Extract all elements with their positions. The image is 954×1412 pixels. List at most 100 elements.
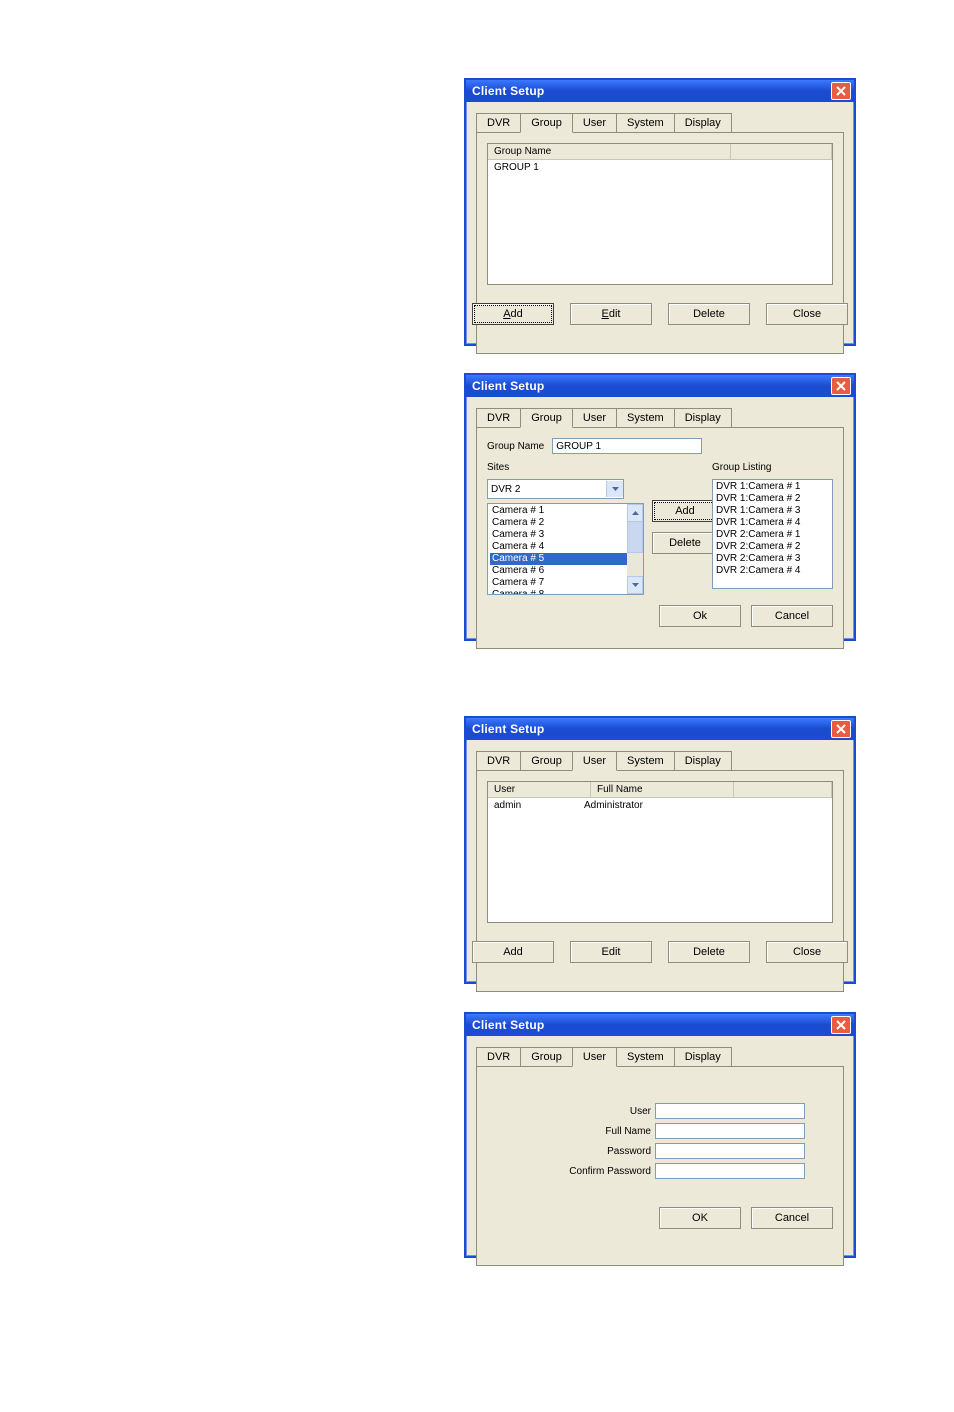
group-listing-item[interactable]: DVR 1:Camera # 1 (716, 481, 829, 493)
tab-system[interactable]: System (616, 113, 675, 133)
user-list-row[interactable]: admin Administrator (488, 798, 832, 813)
tab-user[interactable]: User (572, 751, 617, 771)
group-name-cell: GROUP 1 (494, 162, 539, 173)
password-label: Password (607, 1146, 651, 1157)
window-title: Client Setup (472, 84, 831, 98)
camera-list-item[interactable]: Camera # 7 (490, 577, 641, 589)
close-icon[interactable] (831, 1016, 851, 1034)
col-fullname: Full Name (591, 782, 734, 797)
tab-panel: User Full Name admin Administrator Add E… (476, 770, 844, 992)
password-input[interactable] (655, 1143, 805, 1159)
fullname-label: Full Name (605, 1126, 651, 1137)
titlebar: Client Setup (466, 375, 854, 397)
button-row: Add Edit Delete Close (487, 303, 833, 325)
confirm-password-label: Confirm Password (569, 1166, 651, 1177)
col-spacer (731, 144, 832, 159)
scroll-thumb[interactable] (627, 521, 643, 553)
cancel-button[interactable]: Cancel (751, 605, 833, 627)
user-label: User (630, 1106, 651, 1117)
group-listing-item[interactable]: DVR 2:Camera # 3 (716, 553, 829, 565)
add-button[interactable]: Add (472, 303, 554, 325)
tab-dvr[interactable]: DVR (476, 113, 521, 133)
tab-user[interactable]: User (572, 113, 617, 133)
camera-list-item[interactable]: Camera # 6 (490, 565, 641, 577)
tab-system[interactable]: System (616, 408, 675, 428)
user-form: User Full Name Password Confirm Password (515, 1103, 805, 1179)
sites-label: Sites (487, 462, 642, 473)
edit-button[interactable]: Edit (570, 303, 652, 325)
group-listing-item[interactable]: DVR 1:Camera # 4 (716, 517, 829, 529)
group-listing-item[interactable]: DVR 2:Camera # 1 (716, 529, 829, 541)
row-password: Password (515, 1143, 805, 1159)
group-name-label: Group Name (487, 441, 544, 452)
group-listing-item[interactable]: DVR 1:Camera # 2 (716, 493, 829, 505)
tab-display[interactable]: Display (674, 113, 732, 133)
user-cell: admin (494, 800, 584, 811)
tab-dvr[interactable]: DVR (476, 1047, 521, 1067)
camera-list-item[interactable]: Camera # 2 (490, 517, 641, 529)
camera-list-item[interactable]: Camera # 5 (490, 553, 641, 565)
add-camera-button[interactable]: Add (652, 500, 718, 522)
scroll-down-icon[interactable] (627, 576, 643, 594)
scrollbar[interactable] (627, 504, 643, 594)
group-list-row[interactable]: GROUP 1 (488, 160, 832, 175)
tab-user[interactable]: User (572, 1047, 617, 1067)
tab-dvr[interactable]: DVR (476, 408, 521, 428)
delete-button[interactable]: Delete (668, 303, 750, 325)
group-name-row: Group Name (487, 438, 833, 454)
dialog-client-setup-user-list: Client Setup DVR Group User System Displ… (464, 716, 856, 984)
tab-group[interactable]: Group (520, 408, 573, 428)
window-title: Client Setup (472, 722, 831, 736)
group-name-input[interactable] (552, 438, 702, 454)
tab-display[interactable]: Display (674, 751, 732, 771)
sites-column: Sites DVR 2 Camera # 1Camera # 2Camera #… (487, 462, 642, 595)
col-spacer (734, 782, 832, 797)
ok-button[interactable]: OK (659, 1207, 741, 1229)
camera-list-item[interactable]: Camera # 1 (490, 505, 641, 517)
group-listing-item[interactable]: DVR 2:Camera # 4 (716, 565, 829, 577)
edit-button[interactable]: Edit (570, 941, 652, 963)
camera-list-item[interactable]: Camera # 8 (490, 589, 641, 595)
confirm-password-input[interactable] (655, 1163, 805, 1179)
tab-display[interactable]: Display (674, 1047, 732, 1067)
tab-dvr[interactable]: DVR (476, 751, 521, 771)
tab-group[interactable]: Group (520, 1047, 573, 1067)
user-list[interactable]: User Full Name admin Administrator (487, 781, 833, 923)
tab-user[interactable]: User (572, 408, 617, 428)
dialog-client-setup-group-list: Client Setup DVR Group User System Displ… (464, 78, 856, 346)
close-button[interactable]: Close (766, 941, 848, 963)
close-icon[interactable] (831, 720, 851, 738)
window-title: Client Setup (472, 379, 831, 393)
camera-list-item[interactable]: Camera # 4 (490, 541, 641, 553)
user-list-header: User Full Name (488, 782, 832, 798)
tab-system[interactable]: System (616, 751, 675, 771)
close-button[interactable]: Close (766, 303, 848, 325)
group-list[interactable]: Group Name GROUP 1 (487, 143, 833, 285)
tab-display[interactable]: Display (674, 408, 732, 428)
titlebar: Client Setup (466, 718, 854, 740)
fullname-input[interactable] (655, 1123, 805, 1139)
cancel-button[interactable]: Cancel (751, 1207, 833, 1229)
tabs: DVR Group User System Display (476, 750, 854, 770)
sites-combo[interactable]: DVR 2 (487, 479, 624, 499)
delete-button[interactable]: Delete (668, 941, 750, 963)
tab-group[interactable]: Group (520, 113, 573, 133)
user-input[interactable] (655, 1103, 805, 1119)
group-listing-item[interactable]: DVR 2:Camera # 2 (716, 541, 829, 553)
tabs: DVR Group User System Display (476, 407, 854, 427)
scroll-up-icon[interactable] (627, 504, 643, 522)
camera-list[interactable]: Camera # 1Camera # 2Camera # 3Camera # 4… (487, 503, 644, 595)
sites-combo-value: DVR 2 (488, 484, 606, 495)
tab-group[interactable]: Group (520, 751, 573, 771)
tab-system[interactable]: System (616, 1047, 675, 1067)
col-user: User (488, 782, 591, 797)
camera-list-item[interactable]: Camera # 3 (490, 529, 641, 541)
ok-button[interactable]: Ok (659, 605, 741, 627)
close-icon[interactable] (831, 377, 851, 395)
delete-camera-button[interactable]: Delete (652, 532, 718, 554)
close-icon[interactable] (831, 82, 851, 100)
group-listing-list[interactable]: DVR 1:Camera # 1DVR 1:Camera # 2DVR 1:Ca… (712, 479, 833, 589)
add-button[interactable]: Add (472, 941, 554, 963)
group-listing-item[interactable]: DVR 1:Camera # 3 (716, 505, 829, 517)
button-row: OK Cancel (487, 1207, 833, 1229)
